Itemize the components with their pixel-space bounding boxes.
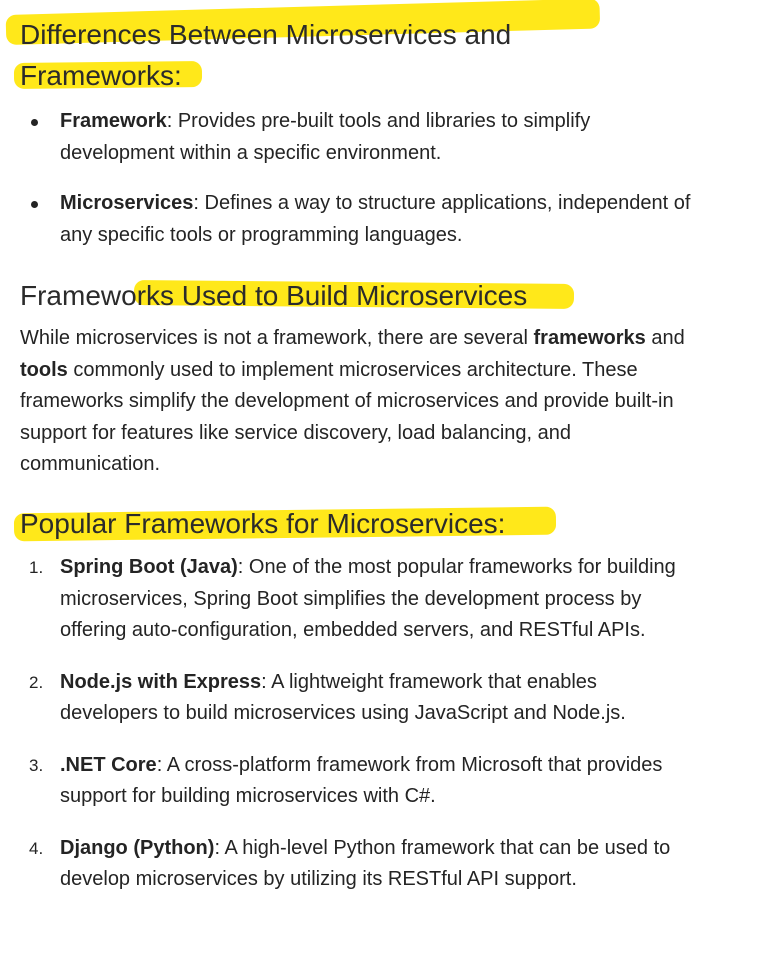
section-heading-popular-frameworks: Popular Frameworks for Microservices: xyxy=(20,508,506,539)
list-item: Microservices: Defines a way to structur… xyxy=(20,188,700,251)
list-number: 4. xyxy=(29,838,44,858)
list-item: 2. Node.js with Express: A lightweight f… xyxy=(20,667,700,730)
paragraph-text: and xyxy=(645,327,685,349)
list-item: 1. Spring Boot (Java): One of the most p… xyxy=(20,552,700,647)
differences-list: Framework: Provides pre-built tools and … xyxy=(20,106,700,251)
bold-text: tools xyxy=(20,358,68,381)
list-number: 3. xyxy=(29,755,44,775)
term: Node.js with Express xyxy=(60,670,262,693)
intro-paragraph: While microservices is not a framework, … xyxy=(20,323,710,481)
list-number: 2. xyxy=(29,672,44,692)
bullet-icon xyxy=(31,201,38,208)
term: Microservices xyxy=(60,192,194,214)
bold-text: frameworks xyxy=(533,327,646,349)
term: Framework xyxy=(60,110,167,132)
paragraph-text: While microservices is not a framework, … xyxy=(20,327,534,349)
term: Spring Boot (Java) xyxy=(60,556,238,578)
list-item: 4. Django (Python): A high-level Python … xyxy=(20,833,700,896)
paragraph-text: commonly used to implement microservices… xyxy=(20,358,674,476)
section-heading-differences: Differences Between Microservices and Fr… xyxy=(20,14,511,96)
heading-line: Differences Between Microservices and xyxy=(20,19,512,50)
list-item: Framework: Provides pre-built tools and … xyxy=(20,106,700,169)
heading-line: Frameworks: xyxy=(20,60,182,91)
list-item: 3. .NET Core: A cross-platform framework… xyxy=(20,750,700,813)
frameworks-list: 1. Spring Boot (Java): One of the most p… xyxy=(20,552,700,896)
list-number: 1. xyxy=(29,558,44,577)
article-content: Differences Between Microservices and Fr… xyxy=(0,0,772,966)
term: .NET Core xyxy=(60,753,157,776)
term: Django (Python) xyxy=(60,836,215,859)
section-heading-frameworks-used: Frameworks Used to Build Microservices xyxy=(20,280,528,311)
bullet-icon xyxy=(31,119,38,126)
